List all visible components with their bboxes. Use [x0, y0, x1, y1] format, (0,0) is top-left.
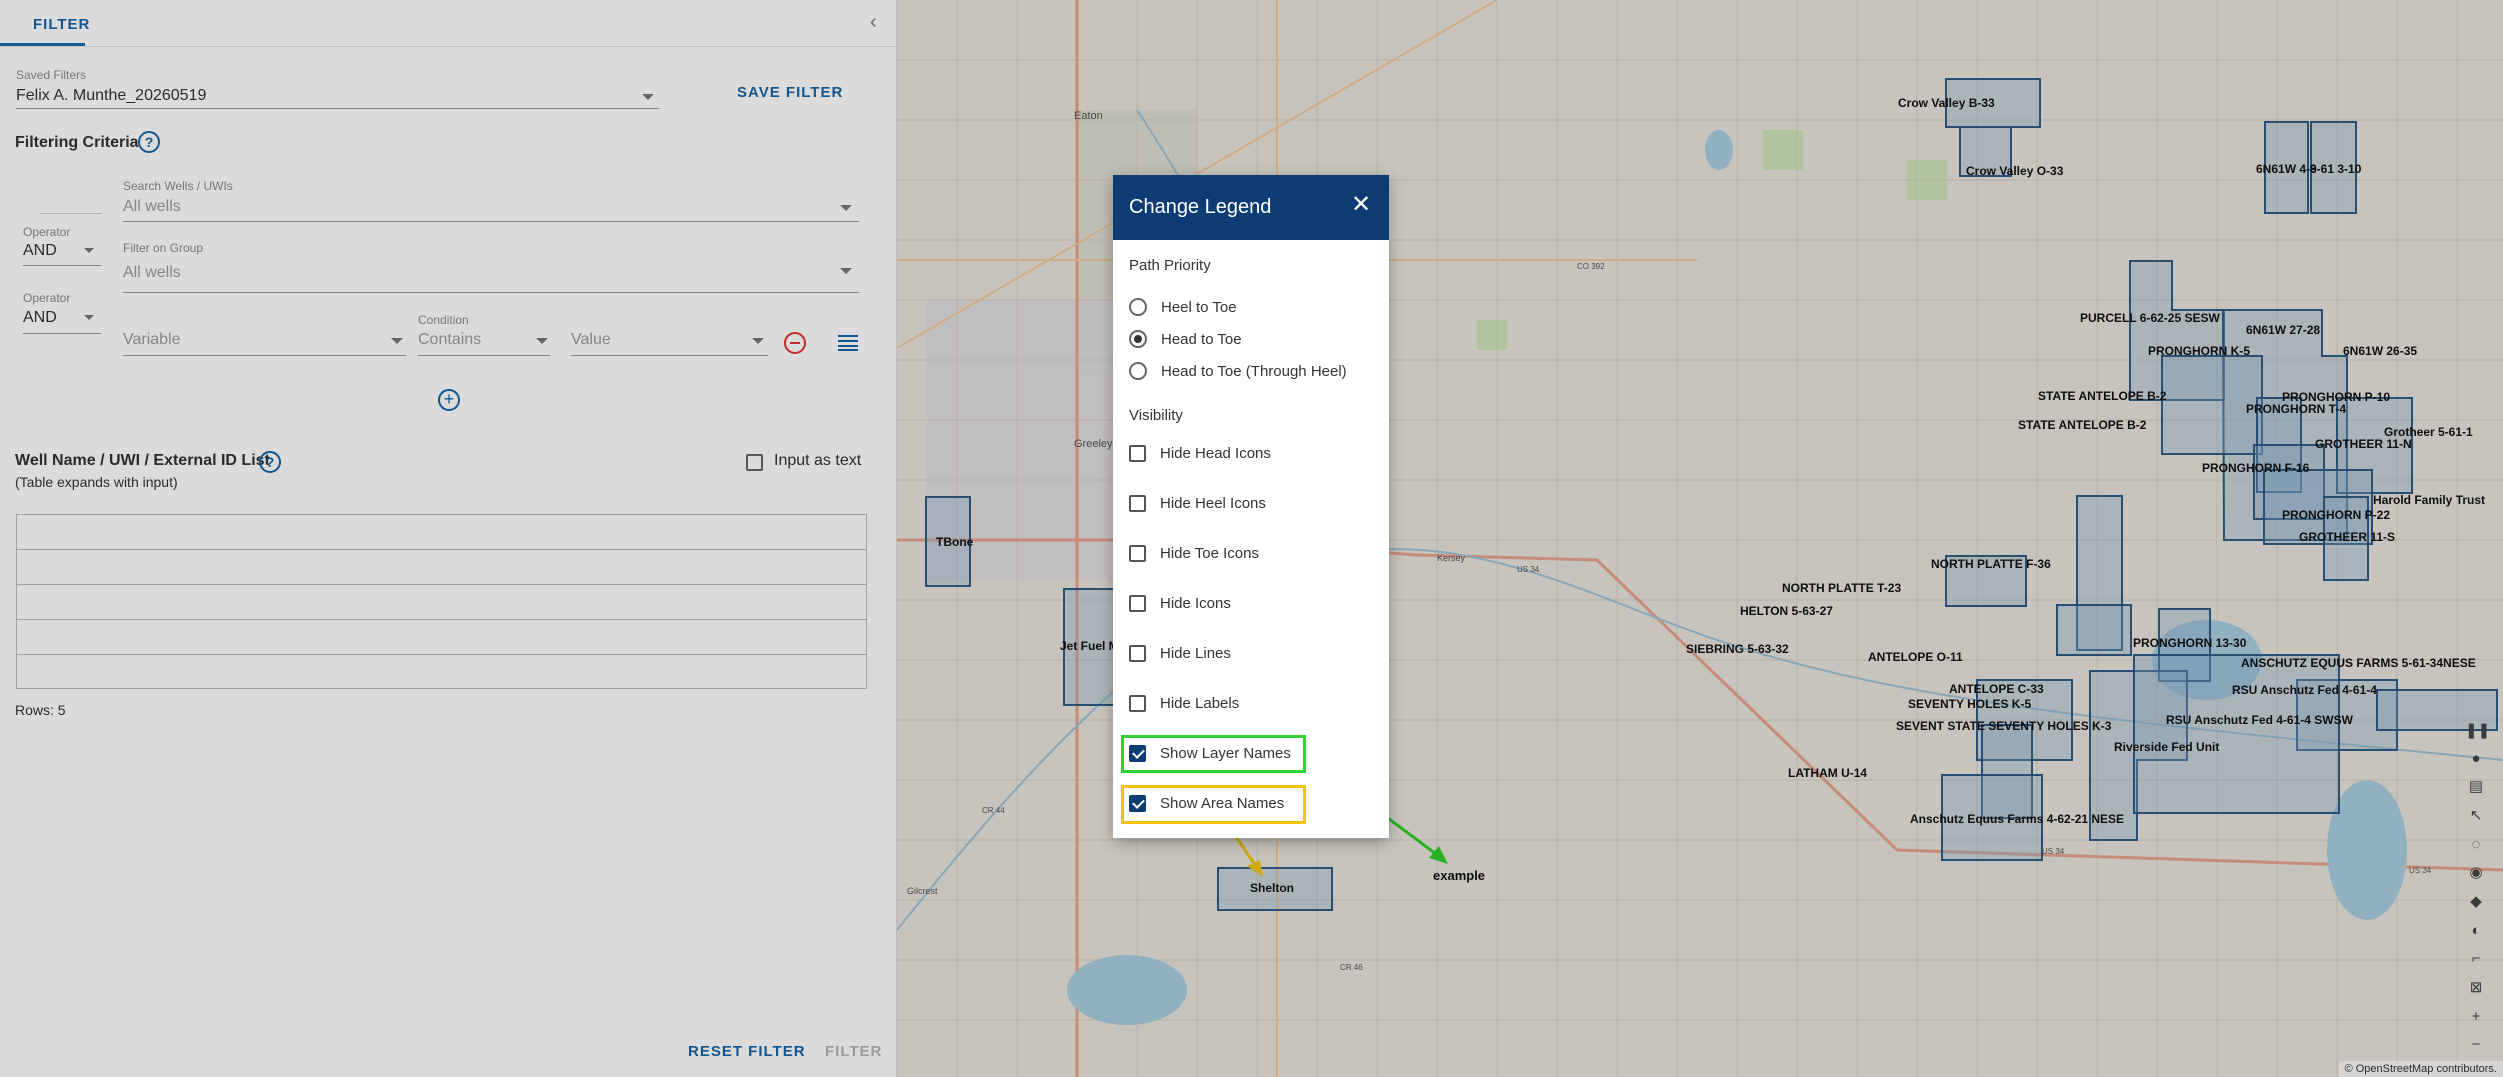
highlight-show-layer-names — [1121, 735, 1306, 773]
checkbox[interactable] — [1129, 694, 1146, 712]
option-label: Hide Icons — [1160, 594, 1231, 612]
dialog-header: Change Legend ✕ — [1113, 175, 1389, 240]
option-label: Heel to Toe — [1161, 298, 1237, 316]
visibility-label: Visibility — [1129, 407, 1183, 424]
option-label: Hide Lines — [1160, 644, 1231, 662]
option-label: Hide Head Icons — [1160, 444, 1271, 462]
checkbox-hide-head-icons[interactable]: Hide Head Icons — [1129, 441, 1271, 465]
dialog-title: Change Legend — [1129, 196, 1272, 218]
path-priority-label: Path Priority — [1129, 257, 1211, 274]
radio-button[interactable] — [1129, 362, 1147, 380]
option-label: Hide Toe Icons — [1160, 544, 1259, 562]
radio-head-to-toe[interactable]: Head to Toe — [1129, 327, 1242, 351]
checkbox[interactable] — [1129, 544, 1146, 562]
close-icon[interactable]: ✕ — [1349, 193, 1373, 217]
option-label: Hide Heel Icons — [1160, 494, 1266, 512]
checkbox-hide-lines[interactable]: Hide Lines — [1129, 641, 1231, 665]
checkbox-hide-labels[interactable]: Hide Labels — [1129, 691, 1239, 715]
option-label: Head to Toe — [1161, 330, 1242, 348]
checkbox[interactable] — [1129, 444, 1146, 462]
radio-button[interactable] — [1129, 330, 1147, 348]
checkbox[interactable] — [1129, 594, 1146, 612]
checkbox[interactable] — [1129, 644, 1146, 662]
option-label: Hide Labels — [1160, 694, 1240, 712]
checkbox[interactable] — [1129, 494, 1146, 512]
option-label: Head to Toe (Through Heel) — [1161, 362, 1347, 380]
checkbox-hide-toe-icons[interactable]: Hide Toe Icons — [1129, 541, 1259, 565]
checkbox-hide-icons[interactable]: Hide Icons — [1129, 591, 1231, 615]
radio-button[interactable] — [1129, 298, 1147, 316]
radio-heel-to-toe[interactable]: Heel to Toe — [1129, 295, 1237, 319]
highlight-show-area-names — [1121, 785, 1306, 824]
checkbox-hide-heel-icons[interactable]: Hide Heel Icons — [1129, 491, 1266, 515]
radio-head-to-toe-through-heel[interactable]: Head to Toe (Through Heel) — [1129, 359, 1347, 383]
